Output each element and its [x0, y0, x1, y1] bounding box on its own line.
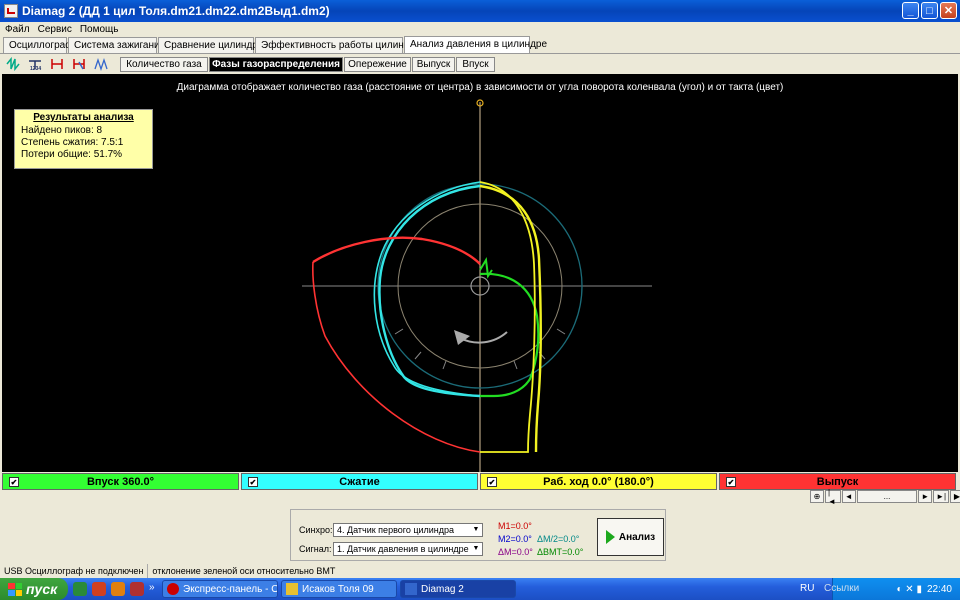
signal-select[interactable]: 1. Датчик давления в цилиндре ▼	[333, 542, 483, 556]
play-icon	[605, 530, 615, 544]
phase-checkbox[interactable]: ✔	[248, 477, 258, 487]
maximize-button[interactable]: □	[921, 2, 938, 19]
app-icon	[4, 4, 18, 18]
signal-label: Сигнал:	[299, 544, 332, 554]
task-label: Diamag 2	[421, 583, 464, 595]
sync-label: Синхро:	[299, 525, 333, 535]
sub-tab-3[interactable]: Выпуск	[412, 57, 455, 72]
quicklaunch-utorrent-icon[interactable]	[73, 582, 87, 596]
sync-value: 4. Датчик первого цилиндра	[337, 525, 455, 535]
tray-icons[interactable]: ◐ ✕ ▮	[896, 584, 921, 595]
compare-icon[interactable]	[92, 56, 110, 72]
quicklaunch-settings-icon[interactable]	[111, 582, 125, 596]
toolbar: 1234	[4, 55, 110, 73]
signal-value: 1. Датчик давления в цилиндре	[337, 544, 469, 554]
close-button[interactable]: ✕	[940, 2, 957, 19]
task-label: Экспресс-панель - О...	[183, 583, 278, 595]
phase-label: Сжатие	[339, 475, 380, 488]
total-losses: Потери общие: 51.7%	[21, 149, 123, 160]
analyze-label: Анализ	[618, 531, 656, 543]
windows-logo-icon	[8, 582, 22, 596]
status-message: отклонение зеленой оси относительно BMT	[152, 566, 336, 576]
nav-button-1[interactable]: |◄	[825, 488, 841, 506]
usb-status: USB Осциллограф не подключен	[0, 564, 149, 578]
task-opera[interactable]: Экспресс-панель - О...	[162, 580, 278, 598]
sub-tabs: Количество газа Фазы газораспределения Опе…	[120, 57, 496, 73]
language-indicator[interactable]: RU	[800, 583, 814, 594]
phase-0[interactable]: ✔ Впуск 360.0°	[2, 473, 239, 490]
phase-2[interactable]: ✔ Раб. ход 0.0° (180.0°)	[480, 473, 717, 490]
nav-button-3[interactable]: ...	[856, 490, 918, 503]
menu-bar: Файл Сервис Помощь	[0, 22, 960, 36]
minimize-button[interactable]: _	[902, 2, 919, 19]
dbmt-value: ΔBMT=0.0°	[537, 547, 584, 557]
opera-icon	[167, 583, 179, 595]
svg-text:1234: 1234	[30, 66, 41, 71]
nav-button-0[interactable]: ⊕	[810, 490, 824, 503]
menu-help[interactable]: Помощь	[80, 24, 119, 35]
diamag-icon	[405, 583, 417, 595]
dm2-value: ΔM/2=0.0°	[537, 534, 580, 544]
sub-tab-0[interactable]: Количество газа	[120, 57, 208, 72]
peaks-found: Найдено пиков: 8	[21, 125, 103, 136]
main-tabs: Осциллограф Система зажигания Сравнение ци…	[0, 36, 960, 54]
results-panel: Результаты анализа Найдено пиков: 8 Степ…	[14, 109, 153, 169]
clock: 22:40	[926, 583, 952, 595]
task-folder[interactable]: Исаков Толя 09	[281, 580, 397, 598]
menu-file[interactable]: Файл	[5, 24, 30, 35]
task-label: Исаков Толя 09	[302, 583, 374, 595]
spark-icon[interactable]	[4, 56, 22, 72]
sync-select[interactable]: 4. Датчик первого цилиндра ▼	[333, 523, 483, 537]
m2-value: M2=0.0°	[498, 534, 532, 544]
main-tab-4[interactable]: Анализ давления в цилиндре	[404, 36, 547, 53]
counter-icon[interactable]: 1234	[26, 56, 44, 72]
navigation-bar: ⊕ |◄ ◄... ► ►| ▶	[810, 488, 960, 506]
phase-1[interactable]: ✔ Сжатие	[241, 473, 478, 490]
m1-value: M1=0.0°	[498, 521, 532, 531]
main-tab-1[interactable]: Система зажигания	[68, 37, 165, 53]
marker-icon[interactable]	[48, 56, 66, 72]
sub-tab-2[interactable]: Опережение	[344, 57, 411, 72]
nav-button-2[interactable]: ◄	[841, 490, 856, 503]
phase-checkbox[interactable]: ✔	[726, 477, 736, 487]
main-tab-3[interactable]: Эффективность работы цилиндров	[255, 37, 426, 53]
phase-label: Выпуск	[816, 475, 859, 488]
nav-button-6[interactable]: ▶	[950, 490, 960, 503]
window-title: Diamag 2 (ДД 1 цил Толя.dm21.dm22.dm2Выд…	[22, 4, 330, 18]
task-diamag[interactable]: Diamag 2	[400, 580, 516, 598]
nav-button-5[interactable]: ►|	[933, 490, 949, 503]
dm-value: ΔM=0.0°	[498, 547, 533, 557]
chevron-down-icon: ▼	[472, 526, 480, 533]
compression-ratio: Степень сжатия: 7.5:1	[21, 137, 124, 148]
nav-button-4[interactable]: ►	[918, 490, 933, 503]
phase-label: Раб. ход 0.0° (180.0°)	[543, 475, 654, 488]
phase-label: Впуск 360.0°	[86, 475, 155, 488]
menu-service[interactable]: Сервис	[38, 24, 72, 35]
status-bar: USB Осциллограф не подключен отклонение …	[0, 564, 960, 578]
polar-diagram[interactable]: Диаграмма отображает количество газа (ра…	[2, 74, 958, 472]
quicklaunch-firefox-icon[interactable]	[92, 582, 106, 596]
sub-tab-1[interactable]: Фазы газораспределения	[209, 57, 343, 72]
results-title: Результаты анализа	[33, 112, 134, 123]
start-button[interactable]: пуск	[0, 578, 68, 600]
links-toolbar[interactable]: Ссылки	[824, 583, 859, 594]
control-panel: Синхро: 4. Датчик первого цилиндра ▼ Сиг…	[290, 509, 666, 561]
main-tab-2[interactable]: Сравнение цилиндров	[158, 37, 269, 53]
start-label: пуск	[26, 581, 58, 597]
analyze-button[interactable]: Анализ	[597, 518, 664, 556]
phase-legend: ✔ Впуск 360.0° ✔ Сжатие ✔ Раб. ход 0.0° (180.…	[2, 473, 958, 490]
main-tab-0[interactable]: Осциллограф	[3, 37, 73, 53]
marker-cursor-icon[interactable]	[70, 56, 88, 72]
chevron-down-icon: ▼	[472, 545, 480, 552]
quicklaunch-opera-icon[interactable]	[130, 582, 144, 596]
sub-tab-4[interactable]: Впуск	[456, 57, 495, 72]
quicklaunch-more-icon[interactable]: »	[149, 582, 159, 596]
diagram-caption: Диаграмма отображает количество газа (ра…	[176, 82, 784, 93]
phase-checkbox[interactable]: ✔	[487, 477, 497, 487]
taskbar: пуск » Экспресс-панель - О... Исаков Тол…	[0, 578, 960, 600]
title-bar[interactable]: Diamag 2 (ДД 1 цил Толя.dm21.dm22.dm2Выд…	[0, 0, 960, 22]
folder-icon	[286, 583, 298, 595]
phase-checkbox[interactable]: ✔	[9, 477, 19, 487]
